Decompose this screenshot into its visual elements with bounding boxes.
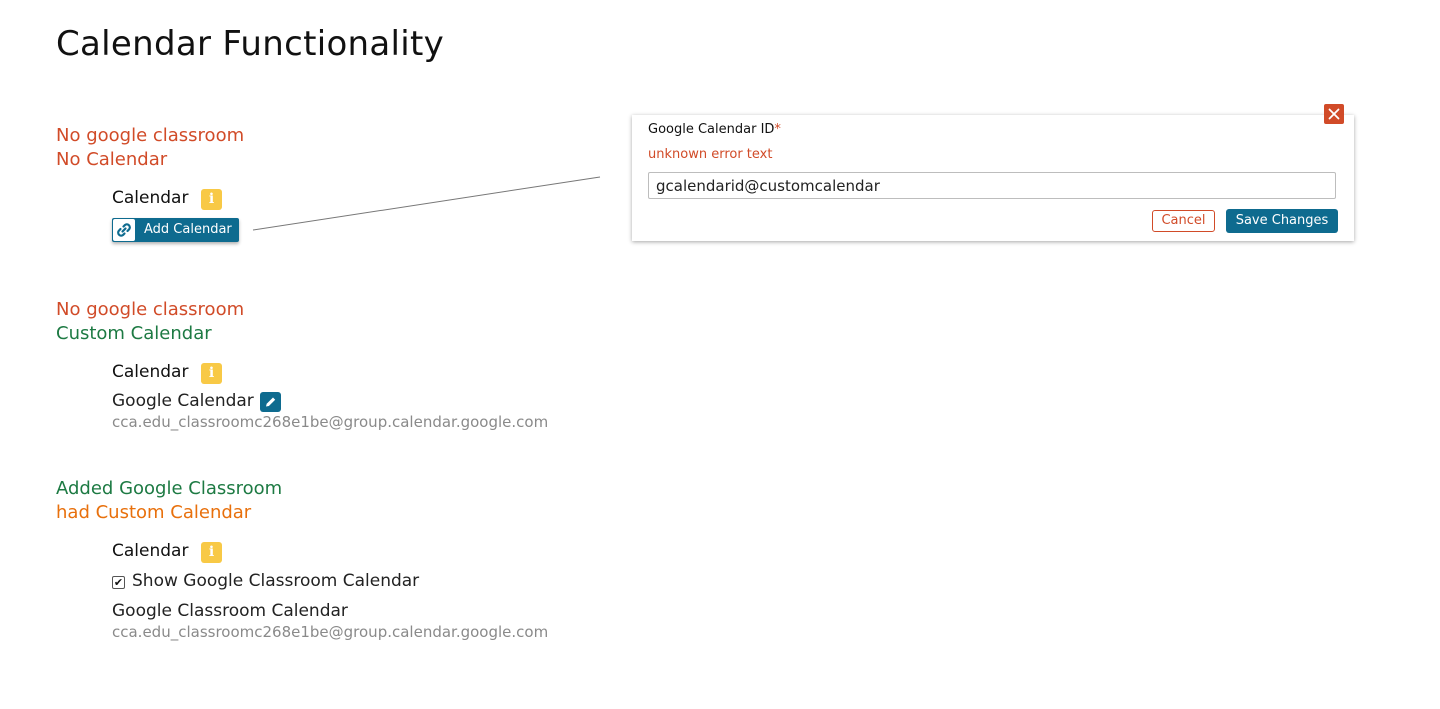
edit-calendar-button[interactable] xyxy=(260,392,281,412)
show-classroom-calendar-label[interactable]: Show Google Classroom Calendar xyxy=(132,571,419,591)
scenario-1-line-1: No google classroom xyxy=(56,125,245,146)
show-classroom-calendar-checkbox[interactable]: ✔ xyxy=(112,576,125,589)
google-calendar-label: Google Calendar xyxy=(112,391,254,411)
info-icon[interactable]: i xyxy=(201,189,222,210)
calendar-id-text: cca.edu_classroomc268e1be@group.calendar… xyxy=(112,623,549,641)
calendar-section-label: Calendar xyxy=(112,541,189,561)
classroom-calendar-label: Google Classroom Calendar xyxy=(112,601,348,621)
calendar-id-text: cca.edu_classroomc268e1be@group.calendar… xyxy=(112,413,549,431)
scenario-3-line-2: had Custom Calendar xyxy=(56,502,252,523)
google-calendar-id-input[interactable] xyxy=(648,172,1336,199)
add-calendar-button[interactable]: Add Calendar xyxy=(112,218,239,242)
close-button[interactable] xyxy=(1324,104,1344,124)
link-icon xyxy=(113,219,135,241)
scenario-2-line-2: Custom Calendar xyxy=(56,323,212,344)
field-label-text: Google Calendar ID xyxy=(648,122,775,137)
info-icon[interactable]: i xyxy=(201,542,222,563)
calendar-section-label: Calendar xyxy=(112,362,189,382)
pencil-icon xyxy=(266,397,276,407)
add-calendar-label: Add Calendar xyxy=(144,222,232,237)
scenario-2-line-1: No google classroom xyxy=(56,299,245,320)
calendar-section-label: Calendar xyxy=(112,188,189,208)
info-icon[interactable]: i xyxy=(201,363,222,384)
scenario-1-line-2: No Calendar xyxy=(56,149,168,170)
close-icon xyxy=(1328,108,1340,120)
scenario-3-line-1: Added Google Classroom xyxy=(56,478,283,499)
page-title: Calendar Functionality xyxy=(56,24,445,64)
cancel-button[interactable]: Cancel xyxy=(1152,210,1215,232)
google-calendar-id-label: Google Calendar ID* xyxy=(648,122,781,137)
error-message: unknown error text xyxy=(648,147,773,162)
save-changes-button[interactable]: Save Changes xyxy=(1226,209,1338,233)
required-marker: * xyxy=(774,122,781,137)
